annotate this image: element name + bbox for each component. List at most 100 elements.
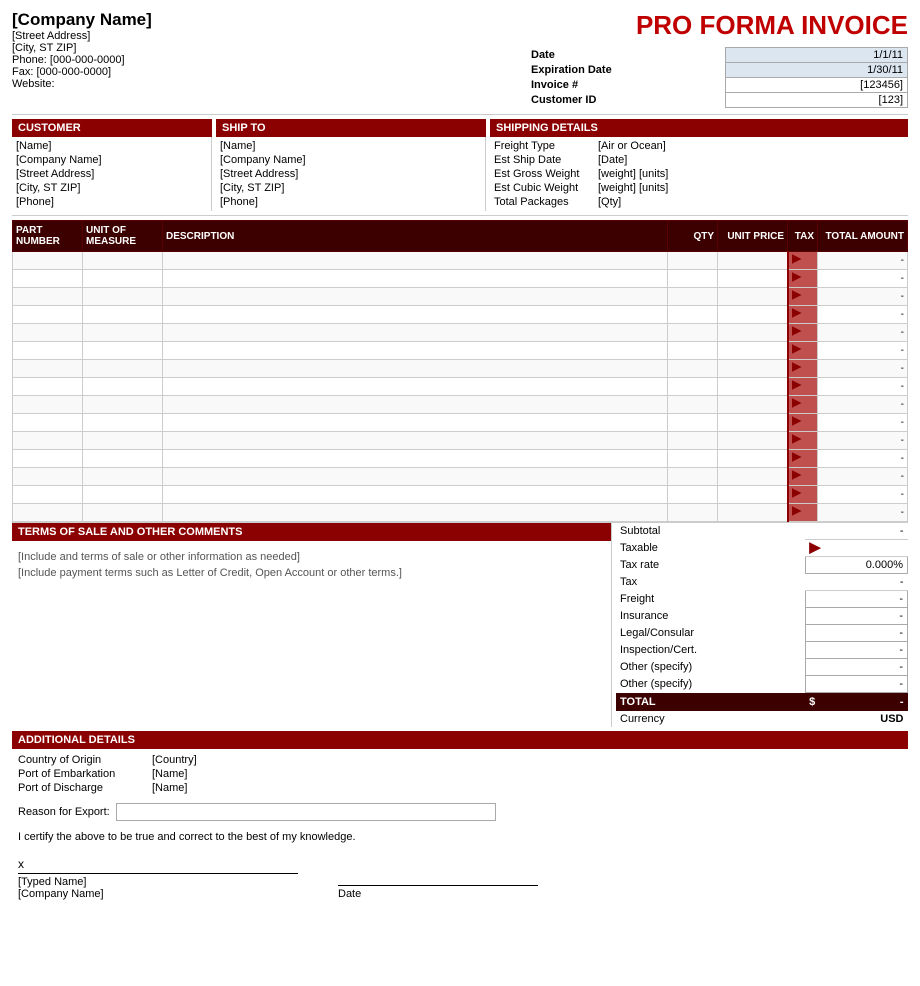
tax-cell — [788, 504, 818, 522]
shipto-company: [Company Name] — [220, 153, 477, 167]
expiration-label: Expiration Date — [528, 63, 726, 78]
invoice-title: PRO FORMA INVOICE — [636, 10, 908, 41]
expiration-value: 1/30/11 — [726, 63, 908, 78]
shipto-address: [Street Address] — [220, 167, 477, 181]
total-amount-header: TOTAL AMOUNT — [818, 221, 908, 252]
total-cell: - — [818, 288, 908, 306]
item-cell — [718, 378, 788, 396]
section-headers: CUSTOMER SHIP TO SHIPPING DETAILS — [12, 119, 908, 137]
item-cell — [83, 432, 163, 450]
additional-section: ADDITIONAL DETAILS Country of Origin [Co… — [12, 731, 908, 904]
item-cell — [718, 396, 788, 414]
item-cell — [13, 378, 83, 396]
item-cell — [668, 414, 718, 432]
item-cell — [163, 252, 668, 270]
phone: Phone: [000-000-0000] — [12, 54, 528, 66]
item-cell — [13, 450, 83, 468]
item-cell — [718, 504, 788, 522]
shipto-phone: [Phone] — [220, 195, 477, 209]
table-row: - — [13, 306, 908, 324]
item-cell — [718, 450, 788, 468]
item-cell — [668, 270, 718, 288]
reason-input[interactable] — [116, 803, 496, 821]
other1-label: Other (specify) — [616, 659, 805, 676]
table-row: - — [13, 396, 908, 414]
item-cell — [83, 360, 163, 378]
totals-section: Subtotal - Taxable Tax rate 0.000% Tax -… — [616, 523, 908, 727]
invoice-value: [123456] — [726, 78, 908, 93]
company-name-sig: [Company Name] — [18, 888, 298, 900]
customer-address: [Street Address] — [16, 167, 203, 181]
date-block: Date — [338, 885, 538, 900]
gross-weight-label: Est Gross Weight — [494, 168, 594, 180]
item-cell — [718, 360, 788, 378]
item-cell — [83, 378, 163, 396]
total-packages-label: Total Packages — [494, 196, 594, 208]
item-cell — [718, 270, 788, 288]
tax-value: - — [805, 574, 907, 591]
tax-cell — [788, 288, 818, 306]
currency-label: Currency — [616, 711, 805, 727]
taxable-indicator — [809, 542, 821, 554]
item-cell — [163, 378, 668, 396]
item-cell — [13, 252, 83, 270]
total-cell: - — [818, 378, 908, 396]
total-cell: - — [818, 504, 908, 522]
item-cell — [13, 288, 83, 306]
fax: Fax: [000-000-0000] — [12, 66, 528, 78]
reason-row: Reason for Export: — [18, 803, 902, 821]
item-cell — [718, 252, 788, 270]
header-fields: Date 1/1/11 Expiration Date 1/30/11 Invo… — [528, 47, 908, 108]
additional-header: ADDITIONAL DETAILS — [12, 731, 908, 749]
item-cell — [163, 504, 668, 522]
table-row: - — [13, 360, 908, 378]
item-cell — [668, 306, 718, 324]
item-cell — [13, 306, 83, 324]
totals-table: Subtotal - Taxable Tax rate 0.000% Tax -… — [616, 523, 908, 727]
total-cell: - — [818, 432, 908, 450]
items-section: PART NUMBER UNIT OF MEASURE DESCRIPTION … — [12, 220, 908, 522]
item-cell — [163, 486, 668, 504]
freight-label: Freight — [616, 591, 805, 608]
item-cell — [13, 342, 83, 360]
total-cell: - — [818, 396, 908, 414]
item-cell — [163, 270, 668, 288]
typed-name: [Typed Name] — [18, 876, 298, 888]
item-cell — [83, 504, 163, 522]
additional-content: Country of Origin [Country] Port of Emba… — [12, 749, 908, 904]
reason-label: Reason for Export: — [18, 806, 110, 818]
item-cell — [83, 468, 163, 486]
website: Website: — [12, 78, 528, 90]
item-cell — [83, 252, 163, 270]
item-cell — [83, 414, 163, 432]
header-right: PRO FORMA INVOICE Date 1/1/11 Expiration… — [528, 10, 908, 108]
ship-to-header: SHIP TO — [216, 119, 486, 137]
item-cell — [718, 468, 788, 486]
total-label: TOTAL — [616, 693, 805, 712]
tax-cell — [788, 342, 818, 360]
tax-rate-label: Tax rate — [616, 557, 805, 574]
city-state-zip: [City, ST ZIP] — [12, 42, 528, 54]
part-number-header: PART NUMBER — [13, 221, 83, 252]
customer-company: [Company Name] — [16, 153, 203, 167]
item-cell — [668, 252, 718, 270]
customer-id-value: [123] — [726, 93, 908, 108]
signature-line — [18, 873, 298, 874]
date-value: 1/1/11 — [726, 48, 908, 63]
customer-column: [Name] [Company Name] [Street Address] [… — [12, 137, 212, 211]
tax-cell — [788, 414, 818, 432]
total-cell: - — [818, 468, 908, 486]
table-row: - — [13, 252, 908, 270]
item-cell — [163, 432, 668, 450]
customer-id-label: Customer ID — [528, 93, 726, 108]
item-cell — [718, 414, 788, 432]
bottom-row: TERMS OF SALE AND OTHER COMMENTS [Includ… — [12, 522, 908, 727]
item-cell — [13, 324, 83, 342]
item-cell — [13, 360, 83, 378]
terms-section: TERMS OF SALE AND OTHER COMMENTS [Includ… — [12, 523, 612, 727]
total-cell: - — [818, 360, 908, 378]
table-row: - — [13, 288, 908, 306]
freight-type-label: Freight Type — [494, 140, 594, 152]
date-label: Date — [528, 48, 726, 63]
item-cell — [668, 450, 718, 468]
